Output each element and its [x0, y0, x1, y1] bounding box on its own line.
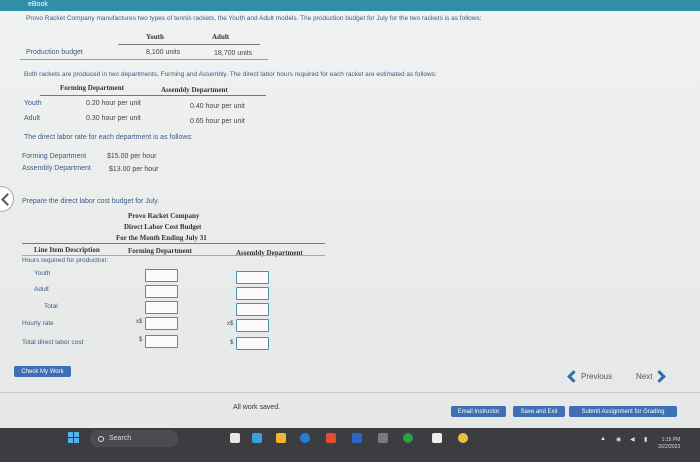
budget-header-youth: Youth	[146, 33, 164, 41]
clock-time: 1:15 PM	[661, 437, 681, 443]
app-icon-2[interactable]	[432, 433, 442, 443]
row-hourly-rate-label: Hourly rate	[22, 320, 54, 327]
chrome-icon[interactable]	[458, 433, 468, 443]
submit-assignment-button[interactable]: Submit Assignment for Grading	[569, 406, 677, 417]
search-icon	[98, 435, 104, 442]
forming-rate-symbol: x$	[136, 319, 143, 325]
spotify-icon[interactable]	[403, 433, 413, 443]
chevron-left-icon	[567, 370, 580, 384]
forming-adult-hours-input[interactable]	[145, 285, 178, 298]
production-budget-youth: 8,100 units	[146, 49, 181, 56]
hours-row-adult-forming: 0.30 hour per unit	[86, 115, 141, 122]
row-total-cost-label: Total direct labor cost	[22, 339, 84, 346]
rate-forming-value: $15.00 per hour	[107, 153, 157, 160]
assembly-rate-symbol: x$	[227, 321, 234, 327]
check-my-work-button[interactable]: Check My Work	[14, 366, 71, 377]
budget-period: For the Month Ending July 31	[116, 234, 207, 242]
assembly-hourly-rate-input[interactable]	[236, 319, 269, 332]
footer-divider	[0, 392, 700, 393]
rate-text: The direct labor rate for each departmen…	[24, 134, 193, 141]
collapse-panel-arrow-icon[interactable]	[0, 186, 14, 212]
hours-row-youth-forming: 0.20 hour per unit	[86, 100, 141, 107]
edge-icon[interactable]	[252, 433, 262, 443]
windows-start-icon[interactable]	[68, 432, 79, 443]
tray-arrow-icon[interactable]: ▲	[600, 436, 606, 442]
intro-text: Provo Racket Company manufactures two ty…	[26, 15, 482, 22]
hours-row-adult-label: Adult	[24, 115, 40, 122]
hours-header-assembly: Assembly Department	[161, 86, 228, 94]
clock-date: 3/22/2023	[658, 444, 681, 450]
store-icon[interactable]	[378, 433, 388, 443]
hours-required-label: Hours required for production:	[22, 257, 109, 264]
row-total-label: Total	[44, 303, 58, 310]
forming-cost-symbol: $	[139, 337, 143, 343]
forming-youth-hours-input[interactable]	[145, 269, 178, 282]
budget-title: Direct Labor Cost Budget	[124, 223, 202, 231]
budget-title-rule	[22, 243, 325, 244]
hours-row-youth-assembly: 0.40 hour per unit	[190, 103, 245, 110]
rate-assembly-value: $13.00 per hour	[109, 166, 159, 173]
col-line-item: Line Item Description	[34, 246, 100, 254]
forming-total-cost-input[interactable]	[145, 335, 178, 348]
company-name: Provo Racket Company	[128, 212, 200, 220]
budget-header-adult: Adult	[212, 33, 230, 41]
task-prompt: Prepare the direct labor cost budget for…	[22, 198, 160, 205]
taskbar-search[interactable]: Search	[90, 430, 178, 447]
file-explorer-icon[interactable]	[276, 433, 286, 443]
ebook-tab-bar: eBook	[0, 0, 700, 11]
browser-icon[interactable]	[300, 433, 310, 443]
taskbar-search-label: Search	[109, 435, 132, 442]
word-icon[interactable]	[352, 433, 362, 443]
email-instructor-button[interactable]: Email Instructor	[451, 406, 506, 417]
forming-hourly-rate-input[interactable]	[145, 317, 178, 330]
hours-header-forming: Forming Department	[60, 84, 124, 92]
forming-total-hours-input[interactable]	[145, 301, 178, 314]
rate-forming-label: Forming Department	[22, 153, 87, 160]
hours-header-rule	[40, 95, 266, 96]
hours-row-youth-label: Youth	[24, 100, 42, 107]
save-status: All work saved.	[233, 404, 281, 411]
assembly-adult-hours-input[interactable]	[236, 287, 269, 300]
battery-icon[interactable]: ▮	[644, 436, 647, 443]
office-icon[interactable]	[326, 433, 336, 443]
production-budget-label: Production budget	[26, 49, 83, 56]
ebook-label[interactable]: eBook	[28, 1, 48, 8]
ebook-page: eBook Provo Racket Company manufactures …	[0, 0, 700, 428]
volume-icon[interactable]: ◀	[630, 436, 635, 443]
wifi-icon[interactable]: ◉	[616, 436, 621, 443]
app-icon-1[interactable]	[230, 433, 240, 443]
previous-button[interactable]: Previous	[567, 370, 613, 384]
row-youth-label: Youth	[34, 270, 51, 277]
row-adult-label: Adult	[34, 286, 49, 293]
assembly-total-cost-input[interactable]	[236, 337, 269, 350]
budget-header-rule	[118, 44, 260, 45]
assembly-cost-symbol: $	[230, 340, 234, 346]
taskbar-clock[interactable]: 1:15 PM 3/22/2023	[658, 437, 680, 451]
assembly-youth-hours-input[interactable]	[236, 271, 269, 284]
col-forming: Forming Department	[128, 247, 192, 255]
previous-label: Previous	[581, 372, 613, 381]
assembly-total-hours-input[interactable]	[236, 303, 269, 316]
production-budget-adult: 18,700 units	[214, 50, 253, 57]
next-button[interactable]: Next	[636, 370, 667, 384]
column-header-rule	[22, 255, 325, 256]
hours-row-adult-assembly: 0.65 hour per unit	[190, 118, 245, 125]
budget-bottom-rule	[20, 59, 268, 60]
save-exit-button[interactable]: Save and Exit	[513, 406, 565, 417]
departments-text: Both rackets are produced in two departm…	[24, 71, 437, 78]
rate-assembly-label: Assembly Department	[22, 165, 91, 172]
chevron-right-icon	[653, 370, 667, 384]
next-label: Next	[636, 372, 653, 381]
